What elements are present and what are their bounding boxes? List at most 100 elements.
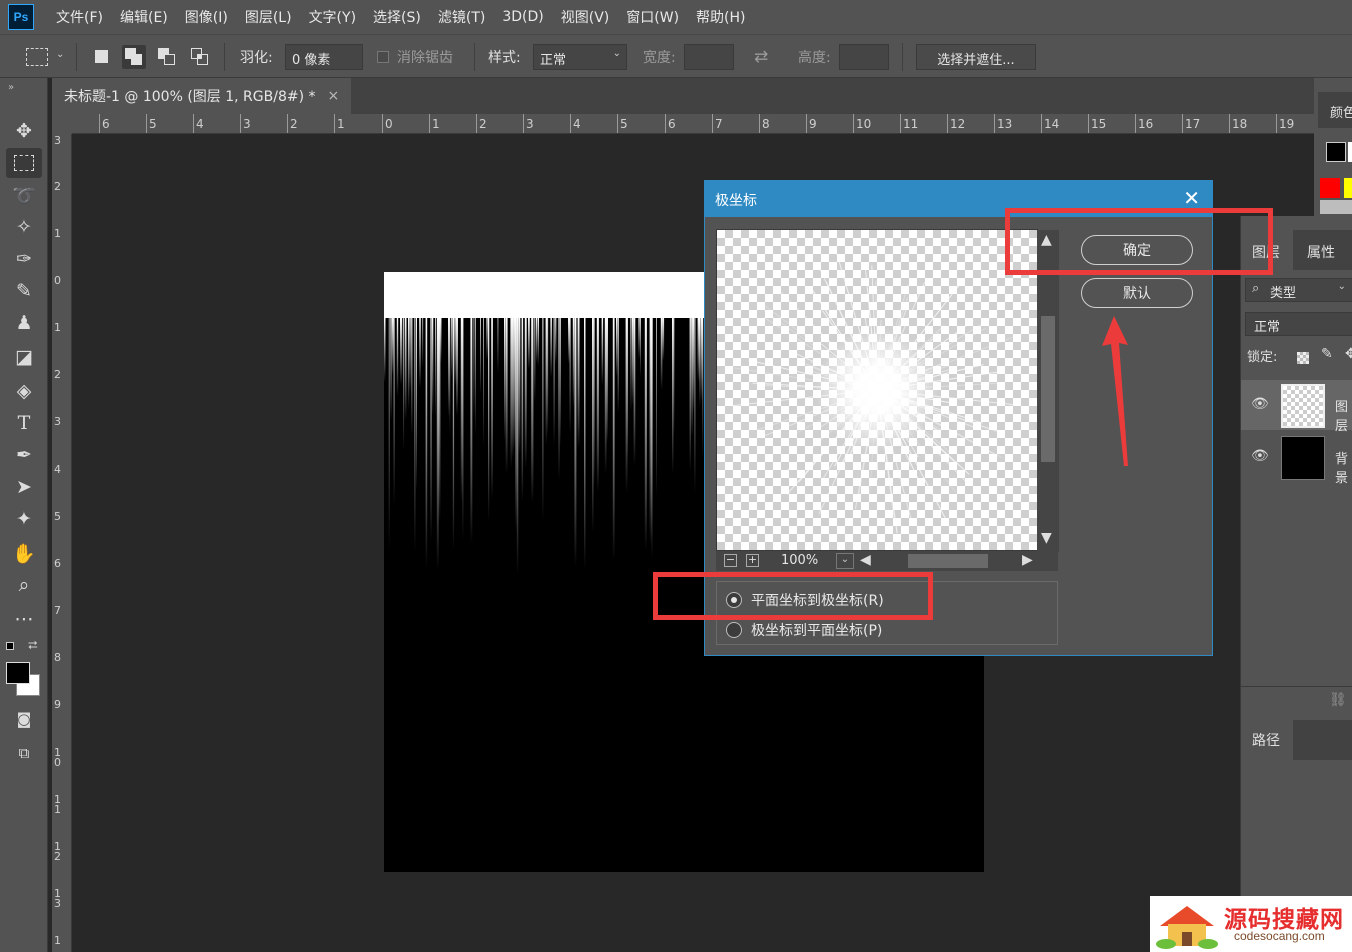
streak: [440, 318, 442, 363]
annotation-box-option: [653, 572, 933, 620]
zoom-tool-icon[interactable]: ⌕: [6, 570, 42, 600]
scroll-down-icon[interactable]: ▼: [1041, 530, 1052, 546]
menu-image[interactable]: 图像(I): [185, 7, 228, 27]
ruler-label: 7: [54, 604, 61, 617]
scroll-thumb[interactable]: [1041, 316, 1055, 462]
option-polar-to-rect[interactable]: 极坐标到平面坐标(P): [751, 620, 882, 640]
custom-shape-tool-icon[interactable]: ✦: [6, 504, 42, 534]
ruler-label: 1: [429, 114, 440, 133]
lasso-tool-icon[interactable]: ➰: [6, 180, 42, 210]
swatch-red[interactable]: [1320, 178, 1340, 198]
zoom-in-icon[interactable]: +: [746, 554, 759, 567]
document-tab[interactable]: 未标题-1 @ 100% (图层 1, RGB/8#) * ×: [52, 78, 352, 114]
new-selection-icon[interactable]: [90, 45, 114, 69]
streak: [497, 318, 499, 373]
radio-polar-to-rect[interactable]: [726, 622, 742, 638]
select-and-mask-button[interactable]: 选择并遮住...: [916, 44, 1036, 70]
ruler-label: 12: [946, 114, 966, 133]
lock-paint-icon[interactable]: ✎: [1321, 346, 1333, 362]
brush-tool-icon[interactable]: ✎: [6, 276, 42, 306]
move-tool-icon[interactable]: ✥: [6, 116, 42, 146]
swap-colors-icon[interactable]: ⮂: [28, 638, 38, 653]
marquee-preset-icon[interactable]: [26, 48, 48, 66]
streak: [393, 318, 395, 506]
chevron-down-icon[interactable]: ⌄: [56, 49, 64, 60]
scroll-left-icon[interactable]: ◀: [860, 552, 871, 568]
menu-layer[interactable]: 图层(L): [245, 7, 292, 27]
menu-3d[interactable]: 3D(D): [502, 9, 543, 25]
paint-bucket-tool-icon[interactable]: ◈: [6, 376, 42, 406]
color-tab[interactable]: 颜色: [1330, 102, 1352, 121]
streak: [404, 318, 407, 420]
streak: [388, 318, 390, 551]
eyedropper-tool-icon[interactable]: ✑: [6, 244, 42, 274]
menu-view[interactable]: 视图(V): [561, 7, 610, 27]
zoom-out-icon[interactable]: −: [724, 554, 737, 567]
close-tab-icon[interactable]: ×: [328, 88, 340, 104]
eye-icon[interactable]: 👁: [1251, 448, 1269, 464]
streak: [545, 318, 548, 445]
menu-help[interactable]: 帮助(H): [696, 7, 745, 27]
subtract-from-selection-icon[interactable]: [155, 45, 179, 69]
streak: [574, 318, 577, 567]
scroll-right-icon[interactable]: ▶: [1022, 552, 1033, 568]
stamp-tool-icon[interactable]: ♟: [6, 308, 42, 338]
type-tool-icon[interactable]: T: [6, 408, 42, 438]
marquee-tool-icon[interactable]: [6, 148, 42, 178]
pen-tool-icon[interactable]: ✒: [6, 440, 42, 470]
lock-position-icon[interactable]: ✥: [1345, 346, 1352, 362]
style-select[interactable]: 正常 ⌄: [533, 44, 627, 70]
menu-select[interactable]: 选择(S): [373, 7, 421, 27]
antialias-checkbox[interactable]: [377, 51, 389, 63]
add-to-selection-icon[interactable]: [122, 45, 146, 69]
intersect-selection-icon[interactable]: [188, 45, 212, 69]
hand-tool-icon[interactable]: ✋: [6, 538, 42, 568]
filter-preview[interactable]: ▲ ▼: [716, 229, 1059, 552]
magic-wand-tool-icon[interactable]: ✧: [6, 212, 42, 242]
ruler-label: 0: [382, 114, 393, 133]
swap-icon[interactable]: ⇄: [754, 47, 768, 67]
height-input[interactable]: [839, 44, 889, 70]
layer-filter-select[interactable]: ⌕ 类型 ⌄: [1245, 278, 1352, 302]
menu-edit[interactable]: 编辑(E): [120, 7, 168, 27]
width-input[interactable]: [684, 44, 734, 70]
preview-vertical-scrollbar[interactable]: ▲ ▼: [1037, 230, 1059, 552]
menu-type[interactable]: 文字(Y): [309, 7, 356, 27]
blend-mode-select[interactable]: 正常: [1245, 312, 1352, 336]
swatch-grays[interactable]: [1320, 200, 1352, 214]
screen-mode-icon[interactable]: ⧉: [6, 738, 42, 768]
menu-window[interactable]: 窗口(W): [626, 7, 679, 27]
streak: [475, 318, 476, 436]
swatch-yellow[interactable]: [1344, 178, 1352, 198]
streak: [505, 318, 508, 474]
feather-input[interactable]: 0 像素: [285, 44, 363, 70]
default-button[interactable]: 默认: [1081, 278, 1193, 308]
close-icon[interactable]: ✕: [1183, 187, 1200, 209]
quick-mask-icon[interactable]: ◙: [6, 704, 42, 734]
streak: [534, 318, 536, 402]
path-selection-tool-icon[interactable]: ➤: [6, 472, 42, 502]
paths-tab[interactable]: 路径: [1252, 730, 1280, 750]
layer-row-background[interactable]: 👁 背景: [1241, 432, 1352, 486]
zoom-level: 100%: [781, 553, 819, 568]
layer-row-layer1[interactable]: 👁 图层: [1241, 380, 1352, 434]
menu-filter[interactable]: 滤镜(T): [438, 7, 485, 27]
hscroll-thumb[interactable]: [908, 554, 988, 568]
streak: [633, 318, 636, 466]
default-colors-icon[interactable]: [6, 642, 14, 650]
preview-zoom-bar: − + 100% ⌄ ◀ ▶: [716, 551, 1058, 571]
eraser-tool-icon[interactable]: ◪: [6, 342, 42, 372]
streak: [390, 318, 392, 421]
properties-tab[interactable]: 属性: [1307, 242, 1335, 262]
menu-file[interactable]: 文件(F): [56, 7, 103, 27]
swatch-black[interactable]: [1326, 142, 1346, 162]
streak: [644, 318, 647, 550]
link-icon[interactable]: ⛓: [1329, 692, 1347, 708]
collapse-icon[interactable]: »: [8, 82, 14, 93]
zoom-dropdown-icon[interactable]: ⌄: [836, 553, 854, 569]
lock-transparency-icon[interactable]: [1297, 352, 1309, 364]
foreground-color-swatch[interactable]: [6, 662, 30, 684]
more-tools-icon[interactable]: ⋯: [6, 604, 42, 634]
swatch-white[interactable]: [1348, 142, 1352, 162]
eye-icon[interactable]: 👁: [1251, 396, 1269, 412]
